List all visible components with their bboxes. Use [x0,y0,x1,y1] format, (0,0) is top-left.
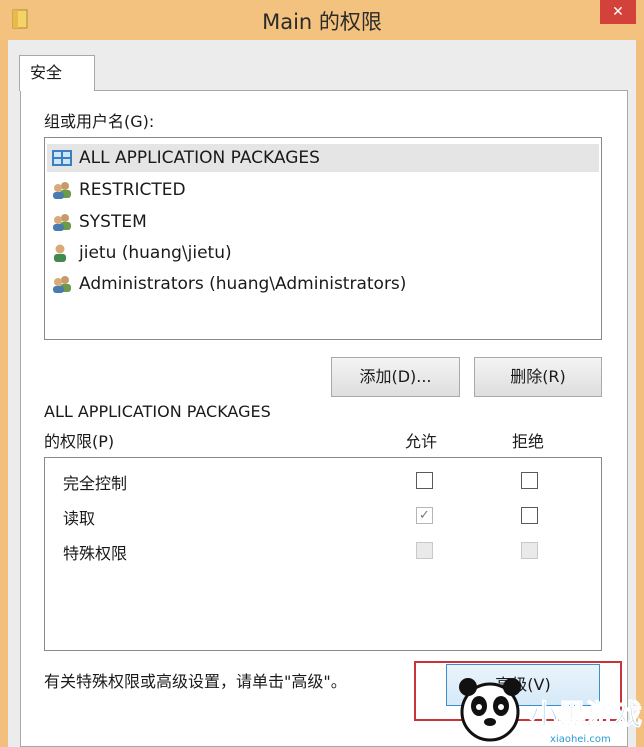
users-group-icon [53,276,71,293]
groups-listbox[interactable]: ALL APPLICATION PACKAGES RESTRICTED SYST… [44,137,602,340]
watermark-text: 小黑游戏 [530,698,642,731]
permission-label: 读取 [63,509,96,528]
permissions-list: 完全控制 读取 ✓ 特殊权限 [44,457,602,651]
list-item-label: jietu (huang\jietu) [79,243,232,263]
list-item-label: ALL APPLICATION PACKAGES [79,148,320,168]
title-bar: Main 的权限 ✕ [0,0,644,40]
permissions-title: ALL APPLICATION PACKAGES [44,402,271,421]
deny-special-checkbox [521,542,538,559]
users-group-icon [53,182,71,199]
advanced-hint: 有关特殊权限或高级设置，请单击"高级"。 [44,672,347,691]
list-item[interactable]: ALL APPLICATION PACKAGES [47,144,599,172]
tab-security[interactable]: 安全 [19,55,95,91]
deny-read-checkbox[interactable] [521,507,538,524]
list-item[interactable]: RESTRICTED [51,176,186,204]
list-item-label: SYSTEM [79,212,147,232]
watermark-logo: 小黑游戏 xiaohei.com [459,678,643,745]
allow-column-header: 允许 [405,432,438,451]
permission-label: 特殊权限 [63,544,128,563]
close-button[interactable]: ✕ [600,0,636,24]
remove-button[interactable]: 删除(R) [474,357,602,397]
deny-full-control-checkbox[interactable] [521,472,538,489]
groups-label: 组或用户名(G): [44,112,155,131]
window-title: Main 的权限 [262,10,382,34]
allow-full-control-checkbox[interactable] [416,472,433,489]
deny-column-header: 拒绝 [512,432,545,451]
add-button[interactable]: 添加(D)... [331,357,460,397]
allow-special-checkbox [416,542,433,559]
list-item[interactable]: Administrators (huang\Administrators) [51,270,406,298]
permission-label: 完全控制 [63,474,128,493]
permissions-subtitle: 的权限(P) [44,432,115,451]
user-icon [54,244,66,262]
allow-read-checkbox[interactable]: ✓ [416,507,433,524]
watermark-url: xiaohei.com [550,734,611,745]
list-item[interactable]: jietu (huang\jietu) [51,239,232,267]
app-packages-icon [52,150,72,166]
list-item[interactable]: SYSTEM [51,208,147,236]
list-item-label: RESTRICTED [79,180,186,200]
users-group-icon [53,214,71,231]
list-item-label: Administrators (huang\Administrators) [79,274,407,294]
